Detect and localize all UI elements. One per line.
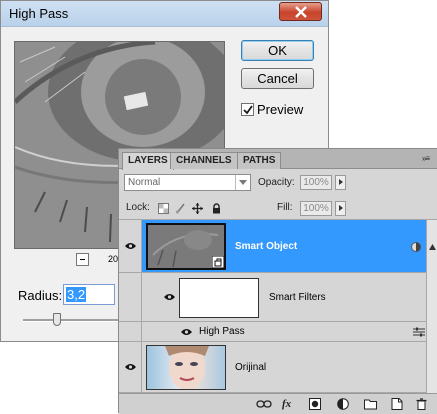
visibility-toggle-empty[interactable] <box>119 273 142 321</box>
layer-name-original: Orijinal <box>235 362 267 373</box>
panel-menu-icon[interactable]: »≡ <box>422 154 430 163</box>
visibility-toggle[interactable] <box>119 220 142 272</box>
layer-name-smart-object: Smart Object <box>235 241 298 252</box>
layer-original[interactable]: Orijinal <box>119 342 437 393</box>
smart-filters-row[interactable]: Smart Filters <box>119 273 437 322</box>
lock-row: Lock: Fill: 100% <box>119 198 437 220</box>
panel-tabbar: LAYERS CHANNELS PATHS »≡ <box>119 149 437 170</box>
opacity-arrow-icon[interactable] <box>335 175 346 190</box>
tab-paths[interactable]: PATHS <box>237 152 282 169</box>
fill-input[interactable]: 100% <box>300 201 332 216</box>
trash-icon[interactable] <box>416 398 427 410</box>
radius-input[interactable]: 3,2 <box>63 284 115 305</box>
visibility-toggle[interactable] <box>119 342 142 392</box>
zoom-level: 20 <box>108 254 119 264</box>
zoom-out-button[interactable] <box>76 253 89 266</box>
fill-label: Fill: <box>277 202 293 213</box>
radius-slider-track[interactable] <box>23 319 121 322</box>
lock-transparent-icon[interactable] <box>158 203 169 214</box>
chevron-down-icon <box>235 175 250 190</box>
filter-mask-thumbnail[interactable] <box>179 278 259 318</box>
eye-icon[interactable] <box>164 293 175 301</box>
layers-scrollbar[interactable] <box>426 220 437 393</box>
adjustment-icon[interactable] <box>337 398 349 410</box>
layers-list: Smart Object Smart Filters High Pass Ori… <box>119 220 437 393</box>
folder-icon[interactable] <box>364 398 377 410</box>
radius-slider-thumb[interactable] <box>53 313 61 326</box>
lock-pixels-icon[interactable] <box>175 203 186 214</box>
mask-icon[interactable] <box>309 398 321 410</box>
preview-checkbox[interactable] <box>241 103 254 116</box>
layers-panel: LAYERS CHANNELS PATHS »≡ Normal Opacity:… <box>118 148 437 414</box>
blend-mode-select[interactable]: Normal <box>124 174 251 191</box>
lock-position-icon[interactable] <box>192 203 203 214</box>
minus-icon <box>80 259 85 260</box>
smart-object-thumbnail <box>146 223 226 270</box>
layers-bottom-toolbar: fx <box>119 393 437 414</box>
checkmark-icon <box>243 105 253 115</box>
original-layer-thumbnail <box>146 344 226 390</box>
high-pass-filter-row[interactable]: High Pass <box>119 322 437 342</box>
dialog-titlebar[interactable]: High Pass <box>1 1 328 27</box>
eye-icon <box>125 243 136 249</box>
smart-filters-label: Smart Filters <box>269 292 326 303</box>
fill-arrow-icon[interactable] <box>335 201 346 216</box>
dialog-title: High Pass <box>9 6 69 21</box>
blend-mode-value: Normal <box>128 177 161 188</box>
ok-button[interactable]: OK <box>241 40 314 61</box>
visibility-toggle-empty[interactable] <box>119 322 142 341</box>
radius-value: 3,2 <box>66 287 87 302</box>
close-button[interactable] <box>279 2 322 21</box>
close-icon <box>295 6 307 18</box>
opacity-input[interactable]: 100% <box>300 175 332 190</box>
tab-channels[interactable]: CHANNELS <box>170 152 238 169</box>
smart-filters-indicator-icon <box>411 242 421 252</box>
cancel-button[interactable]: Cancel <box>241 68 314 89</box>
new-layer-icon[interactable] <box>391 398 403 410</box>
preview-label: Preview <box>257 102 304 117</box>
filter-blending-options-icon[interactable] <box>413 327 425 337</box>
blend-row: Normal Opacity: 100% <box>119 171 437 195</box>
portrait-thumbnail <box>165 344 209 390</box>
fx-icon[interactable]: fx <box>282 398 291 410</box>
smart-object-icon <box>212 256 224 268</box>
scroll-up-icon[interactable] <box>429 244 436 250</box>
lock-all-icon[interactable] <box>211 203 222 214</box>
lock-label: Lock: <box>126 202 150 213</box>
radius-label: Radius: <box>18 288 63 303</box>
high-pass-filter-name: High Pass <box>199 326 245 337</box>
eye-icon[interactable] <box>181 328 192 336</box>
opacity-label: Opacity: <box>258 177 295 188</box>
layer-smart-object[interactable]: Smart Object <box>119 220 437 273</box>
eye-icon <box>125 364 136 370</box>
link-icon[interactable] <box>256 398 272 410</box>
tab-layers[interactable]: LAYERS <box>122 152 174 170</box>
